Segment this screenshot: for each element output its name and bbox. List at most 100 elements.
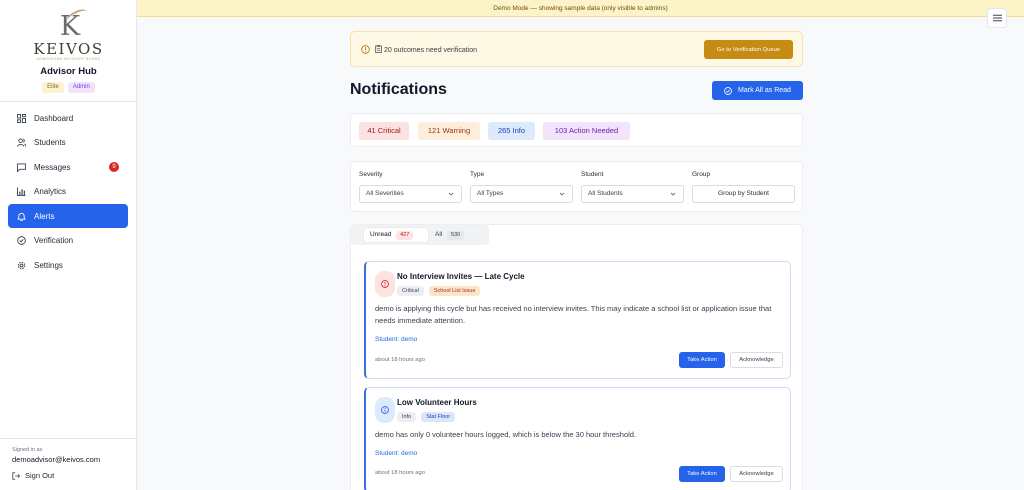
sidebar: K KEIVOS ADMISSIONS ADVISORY BOARD Advis… (0, 0, 137, 490)
sidebar-divider (0, 101, 137, 102)
read-filter-tabs: Unread 427 All 530 (351, 225, 489, 245)
alert-description: demo has only 0 volunteer hours logged, … (375, 430, 636, 439)
warning-count-chip[interactable]: 121 Warning (418, 122, 480, 140)
sidebar-item-label: Verification (34, 236, 74, 246)
alert-tags: Info Stat Floor (397, 412, 456, 422)
sign-out-button[interactable]: Sign Out (12, 471, 54, 480)
sidebar-nav: Dashboard Students Messages 9 Analytics … (8, 106, 128, 278)
verification-notice: 20 outcomes need verification Go to Veri… (350, 31, 803, 67)
all-count-badge: 530 (447, 231, 465, 240)
alert-title: No Interview Invites — Late Cycle (397, 272, 525, 281)
student-select[interactable]: All Students (581, 185, 684, 203)
check-circle-icon (724, 86, 732, 95)
info-icon (381, 406, 389, 414)
info-count-chip[interactable]: 265 Info (488, 122, 535, 140)
grid-icon (17, 113, 26, 123)
logo-tagline: ADMISSIONS ADVISORY BOARD (36, 57, 101, 61)
alert-timestamp: about 18 hours ago (375, 357, 425, 363)
logo-letter: K (59, 11, 81, 42)
role-badges: Elite Admin (0, 82, 137, 93)
verification-text: 20 outcomes need verification (375, 45, 477, 54)
elite-badge: Elite (42, 82, 64, 93)
alert-title: Low Volunteer Hours (397, 398, 477, 407)
unread-count-badge: 427 (396, 231, 414, 240)
sidebar-item-settings[interactable]: Settings (8, 254, 128, 278)
sidebar-item-verification[interactable]: Verification (8, 229, 128, 253)
alert-circle-icon (381, 280, 389, 288)
alert-circle-icon (361, 45, 370, 54)
mark-all-read-label: Mark All as Read (738, 87, 791, 94)
type-value: All Types (477, 190, 504, 197)
page-title: Notifications (350, 81, 447, 98)
sidebar-item-messages[interactable]: Messages 9 (8, 155, 128, 179)
severity-tag: Critical (397, 286, 424, 296)
severity-value: All Severities (366, 190, 404, 197)
alert-timestamp: about 18 hours ago (375, 470, 425, 476)
logo-wordmark: KEIVOS (33, 40, 104, 58)
sidebar-item-dashboard[interactable]: Dashboard (8, 106, 128, 130)
take-action-button[interactable]: Take Action (679, 466, 725, 482)
alert-severity-icon-wrap (375, 271, 395, 297)
acknowledge-button[interactable]: Acknowledge (730, 466, 783, 482)
severity-tag: Info (397, 412, 417, 422)
alert-tags: Critical School List Issue (397, 286, 481, 296)
alert-card[interactable]: Low Volunteer Hours Info Stat Floor demo… (364, 387, 791, 490)
student-label: Student (581, 171, 604, 178)
severity-select[interactable]: All Severities (359, 185, 462, 203)
signed-in-label: Signed in as (12, 447, 43, 453)
notifications-list: Unread 427 All 530 No Interview Invites … (350, 224, 803, 490)
gear-icon (17, 261, 26, 270)
sidebar-item-label: Analytics (34, 187, 67, 197)
type-label: Type (470, 171, 485, 178)
alert-card[interactable]: No Interview Invites — Late Cycle Critic… (364, 261, 791, 379)
mark-all-read-button[interactable]: Mark All as Read (712, 81, 803, 100)
chevron-down-icon (448, 192, 454, 196)
sign-out-label: Sign Out (25, 471, 55, 480)
bar-chart-icon (17, 187, 26, 197)
clipboard-icon (375, 45, 382, 53)
menu-button[interactable] (987, 8, 1007, 28)
severity-label: Severity (359, 171, 383, 178)
demo-mode-banner: Demo Mode — showing sample data (only vi… (137, 0, 1024, 17)
category-tag: Stat Floor (421, 412, 456, 422)
sidebar-item-students[interactable]: Students (8, 131, 128, 155)
acknowledge-button[interactable]: Acknowledge (730, 352, 783, 368)
tab-unread[interactable]: Unread 427 (364, 228, 428, 242)
hub-title: Advisor Hub (40, 66, 97, 77)
sidebar-item-analytics[interactable]: Analytics (8, 180, 128, 204)
sidebar-item-label: Dashboard (34, 113, 74, 123)
bell-icon (17, 212, 26, 221)
chevron-down-icon (670, 192, 676, 196)
chevron-down-icon (559, 192, 565, 196)
group-label: Group (692, 171, 711, 178)
take-action-button[interactable]: Take Action (679, 352, 725, 368)
filters-panel: Severity All Severities Type All Types S… (350, 161, 803, 212)
severity-summary: 41 Critical 121 Warning 265 Info 103 Act… (350, 113, 803, 147)
type-select[interactable]: All Types (470, 185, 573, 203)
sidebar-item-alerts[interactable]: Alerts (8, 204, 128, 229)
verification-count-text: 20 outcomes need verification (384, 47, 477, 54)
sidebar-item-label: Messages (34, 162, 71, 172)
sidebar-bottom-divider (0, 438, 137, 439)
message-icon (17, 163, 26, 172)
alert-severity-icon-wrap (375, 397, 395, 423)
critical-count-chip[interactable]: 41 Critical (359, 122, 409, 140)
sidebar-item-label: Settings (34, 261, 63, 271)
users-icon (17, 138, 26, 147)
hamburger-icon (992, 14, 1002, 22)
alert-student-link[interactable]: Student: demo (375, 450, 417, 457)
sidebar-item-label: Students (34, 138, 66, 148)
go-to-verification-queue-button[interactable]: Go to Verification Queue (704, 40, 793, 59)
action-needed-count-chip[interactable]: 103 Action Needed (543, 122, 630, 140)
check-circle-icon (17, 236, 26, 246)
category-tag: School List Issue (428, 286, 481, 296)
admin-badge: Admin (67, 82, 95, 93)
student-value: All Students (588, 190, 623, 197)
tab-all[interactable]: All 530 (435, 228, 485, 242)
sign-out-icon (12, 471, 20, 480)
group-by-student-button[interactable]: Group by Student (692, 185, 795, 203)
alert-student-link[interactable]: Student: demo (375, 336, 417, 343)
tab-unread-label: Unread (370, 231, 392, 238)
tab-all-label: All (435, 231, 443, 238)
messages-count-badge: 9 (109, 162, 119, 173)
